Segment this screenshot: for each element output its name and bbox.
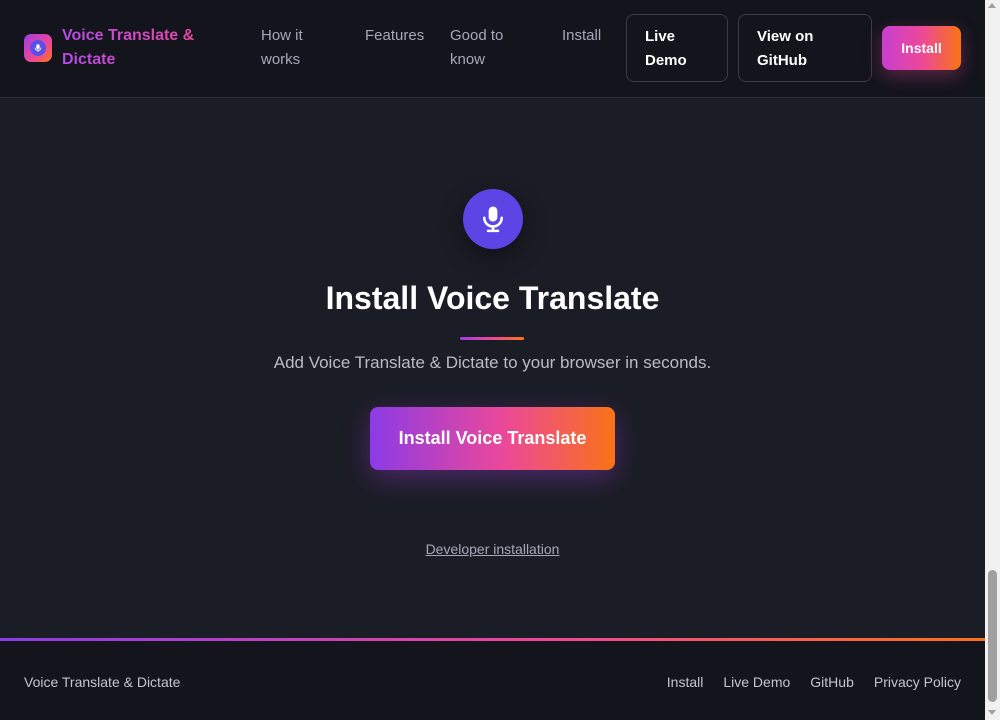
section-subtitle: Add Voice Translate & Dictate to your br… xyxy=(273,353,712,372)
nav-install[interactable]: Install xyxy=(562,24,601,48)
brand[interactable]: Voice Translate & Dictate xyxy=(24,24,212,72)
section-title: Install Voice Translate xyxy=(325,280,660,316)
vertical-scrollbar[interactable] xyxy=(985,0,1000,720)
developer-installation-link[interactable]: Developer installation xyxy=(426,541,560,557)
footer-brand: Voice Translate & Dictate xyxy=(24,674,181,690)
install-section: Install Voice Translate Add Voice Transl… xyxy=(0,108,985,638)
nav-how-it-works[interactable]: How it works xyxy=(261,24,341,72)
header-install-button[interactable]: Install xyxy=(882,26,961,70)
footer-link-install[interactable]: Install xyxy=(667,674,704,690)
page: Voice Translate & Dictate How it works F… xyxy=(0,0,985,720)
brand-name: Voice Translate & Dictate xyxy=(62,24,212,72)
footer-links: Install Live Demo GitHub Privacy Policy xyxy=(667,674,961,690)
top-nav: Voice Translate & Dictate How it works F… xyxy=(0,0,985,98)
developer-installation-row: Developer installation xyxy=(0,540,985,558)
install-voice-translate-button[interactable]: Install Voice Translate xyxy=(370,407,615,470)
footer-link-github[interactable]: GitHub xyxy=(810,674,854,690)
microphone-icon xyxy=(463,189,523,249)
scrollbar-thumb[interactable] xyxy=(988,570,997,702)
title-divider xyxy=(460,337,524,340)
footer-link-privacy-policy[interactable]: Privacy Policy xyxy=(874,674,961,690)
scroll-up-arrow-icon[interactable] xyxy=(988,3,996,8)
live-demo-button[interactable]: Live Demo xyxy=(626,14,728,82)
nav-good-to-know[interactable]: Good to know xyxy=(450,24,530,72)
nav-features[interactable]: Features xyxy=(365,24,424,48)
scroll-down-arrow-icon[interactable] xyxy=(988,710,996,715)
app-logo-icon xyxy=(24,34,52,62)
footer-link-live-demo[interactable]: Live Demo xyxy=(723,674,790,690)
view-on-github-button[interactable]: View on GitHub xyxy=(738,14,872,82)
footer: Voice Translate & Dictate Install Live D… xyxy=(0,641,985,720)
